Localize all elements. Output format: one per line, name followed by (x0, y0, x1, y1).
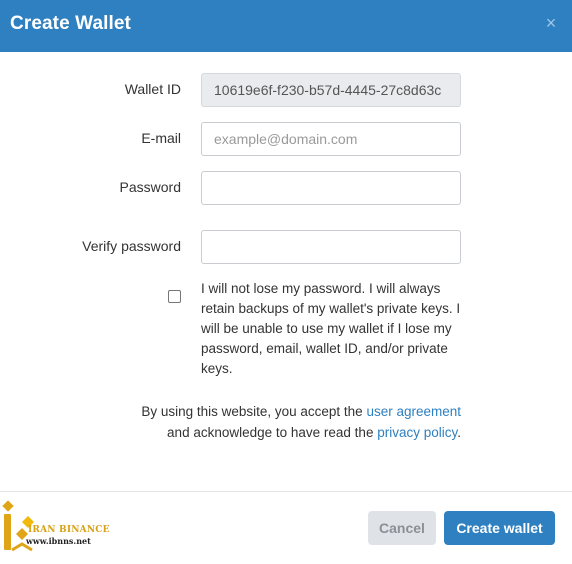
watermark-logo: IRAN BINANCE www.ibnns.net (2, 500, 112, 556)
terms-suffix: . (457, 425, 461, 440)
verify-password-field[interactable] (201, 230, 461, 264)
terms-notice: By using this website, you accept the us… (101, 401, 461, 443)
create-wallet-button[interactable]: Create wallet (444, 511, 555, 545)
cancel-button[interactable]: Cancel (368, 511, 436, 545)
dialog-title: Create Wallet (10, 13, 131, 34)
email-field[interactable] (201, 122, 461, 156)
privacy-policy-link[interactable]: privacy policy (377, 425, 457, 440)
agreement-text: I will not lose my password. I will alwa… (201, 281, 461, 376)
dialog-header: Create Wallet × (0, 0, 572, 52)
wallet-id-label: Wallet ID (124, 81, 181, 97)
verify-password-label: Verify password (82, 238, 181, 254)
user-agreement-link[interactable]: user agreement (366, 404, 461, 419)
close-icon[interactable]: × (542, 12, 560, 34)
watermark-url: www.ibnns.net (26, 536, 91, 546)
agreement-checkbox[interactable] (168, 290, 181, 303)
terms-prefix: By using this website, you accept the (141, 404, 367, 419)
watermark-brand: IRAN BINANCE (28, 525, 110, 535)
wallet-id-field[interactable] (201, 73, 461, 107)
footer-divider (0, 491, 572, 492)
password-field[interactable] (201, 171, 461, 205)
password-label: Password (119, 179, 181, 195)
email-label: E-mail (141, 130, 181, 146)
terms-middle: and acknowledge to have read the (167, 425, 378, 440)
